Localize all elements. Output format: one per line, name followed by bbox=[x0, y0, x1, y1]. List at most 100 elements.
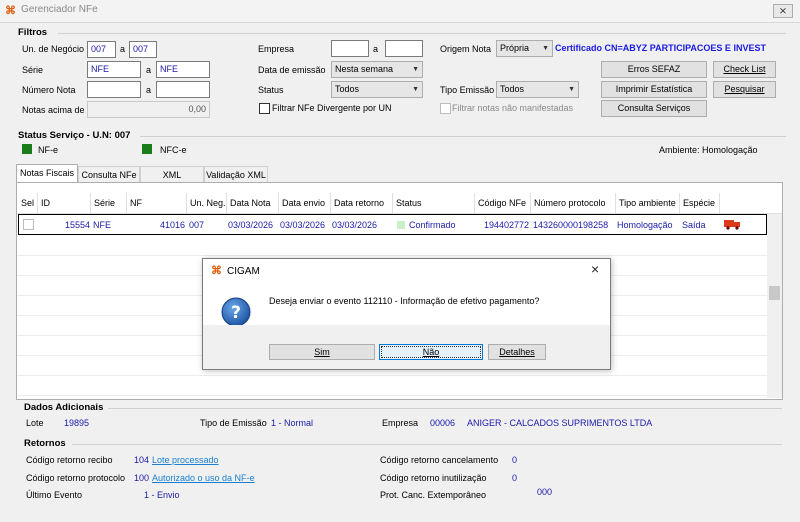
row-numero-protocolo: 143260000198258 bbox=[533, 220, 609, 230]
col-un-neg[interactable]: Un. Neg. bbox=[187, 193, 227, 213]
filtrar-nao-manifestadas-label: Filtrar notas não manifestadas bbox=[452, 103, 574, 113]
empresa-sep: a bbox=[373, 44, 379, 54]
data-emissao-value: Nesta semana bbox=[335, 64, 394, 74]
filtrar-divergente-checkbox[interactable] bbox=[259, 103, 270, 114]
un-negocio-label: Un. de Negócio bbox=[22, 44, 85, 54]
nao-button[interactable]: Não bbox=[379, 344, 483, 360]
col-tipo-ambiente[interactable]: Tipo ambiente bbox=[616, 193, 680, 213]
row-data-envio: 03/03/2026 bbox=[280, 220, 326, 230]
consulta-servicos-button[interactable]: Consulta Serviços bbox=[601, 100, 707, 117]
row-tipo-ambiente: Homologação bbox=[617, 220, 673, 230]
col-nf[interactable]: NF bbox=[127, 193, 187, 213]
app-icon: ⌘ bbox=[5, 5, 16, 17]
empresa-label: Empresa bbox=[258, 44, 295, 54]
dialog-title: CIGAM bbox=[227, 266, 260, 277]
col-sel[interactable]: Sel bbox=[18, 193, 38, 213]
nfe-status-label: NF-e bbox=[38, 145, 58, 155]
dialog-message: Deseja enviar o evento 112110 - Informaç… bbox=[269, 296, 540, 306]
serie-to-input[interactable]: NFE bbox=[156, 61, 210, 78]
col-data-nota[interactable]: Data Nota bbox=[227, 193, 279, 213]
tab-consulta-nfe[interactable]: Consulta NFe bbox=[78, 166, 140, 182]
prot-canc-value: 000 bbox=[537, 487, 553, 497]
pesquisar-button[interactable]: Pesquisar bbox=[713, 81, 776, 98]
col-serie[interactable]: Série bbox=[91, 193, 127, 213]
col-numero-protocolo[interactable]: Número protocolo bbox=[531, 193, 616, 213]
row-nf: 41016 bbox=[159, 220, 185, 230]
serie-from-input[interactable]: NFE bbox=[87, 61, 141, 78]
status-servico-divider bbox=[140, 136, 786, 137]
tab-xml[interactable]: XML bbox=[140, 166, 204, 182]
prot-canc-label: Prot. Canc. Extemporâneo bbox=[380, 490, 487, 500]
detalhes-button[interactable]: Detalhes bbox=[488, 344, 546, 360]
status-select[interactable]: Todos ▼ bbox=[331, 81, 423, 98]
numero-nota-sep: a bbox=[146, 85, 152, 95]
origem-nota-select[interactable]: Própria ▼ bbox=[496, 40, 553, 57]
ultimo-evento-label: Último Evento bbox=[26, 490, 83, 500]
empresa-to-input[interactable] bbox=[385, 40, 423, 57]
col-codigo-nfe[interactable]: Código NFe bbox=[475, 193, 531, 213]
row-un-neg: 007 bbox=[189, 220, 205, 230]
un-negocio-from-input[interactable]: 007 bbox=[87, 41, 116, 58]
serie-label: Série bbox=[22, 65, 44, 75]
numero-nota-from-input[interactable] bbox=[87, 81, 141, 98]
retornos-title: Retornos bbox=[24, 438, 66, 449]
close-button[interactable]: ⨯ bbox=[773, 4, 793, 18]
row-select-checkbox[interactable] bbox=[23, 219, 34, 230]
inutilizacao-label: Código retorno inutilização bbox=[380, 473, 487, 483]
empresa-from-input[interactable] bbox=[331, 40, 369, 57]
protocolo-label: Código retorno protocolo bbox=[26, 473, 126, 483]
cancelamento-label: Código retorno cancelamento bbox=[380, 455, 499, 465]
origem-nota-value: Própria bbox=[500, 43, 530, 53]
notas-acima-input[interactable]: 0,00 bbox=[87, 101, 210, 118]
dialog-close-icon[interactable]: × bbox=[591, 262, 599, 276]
grid-scrollbar[interactable] bbox=[767, 214, 782, 398]
filtrar-nao-manifestadas-checkbox[interactable] bbox=[440, 103, 451, 114]
tab-validacao-xml[interactable]: Validação XML bbox=[204, 166, 268, 182]
data-emissao-select[interactable]: Nesta semana ▼ bbox=[331, 61, 423, 78]
row-data-nota: 03/03/2026 bbox=[228, 220, 274, 230]
tipo-emissao-select[interactable]: Todos ▼ bbox=[496, 81, 579, 98]
numero-nota-to-input[interactable] bbox=[156, 81, 210, 98]
recibo-link[interactable]: Lote processado bbox=[152, 455, 219, 465]
inutilizacao-value: 0 bbox=[512, 473, 518, 483]
un-negocio-sep: a bbox=[120, 44, 126, 54]
nfce-status-label: NFC-e bbox=[160, 145, 187, 155]
numero-nota-label: Número Nota bbox=[22, 85, 76, 95]
col-status[interactable]: Status bbox=[393, 193, 475, 213]
dialog-app-icon: ⌘ bbox=[211, 265, 222, 277]
recibo-code: 104 bbox=[134, 455, 150, 465]
check-list-button[interactable]: Check List bbox=[713, 61, 776, 78]
serie-sep: a bbox=[146, 65, 152, 75]
erros-sefaz-button[interactable]: Erros SEFAZ bbox=[601, 61, 707, 78]
title-bar bbox=[0, 0, 800, 23]
empresa-code: 00006 bbox=[430, 418, 456, 428]
chevron-down-icon: ▼ bbox=[542, 45, 549, 52]
ultimo-evento-value: 1 - Envio bbox=[144, 490, 180, 500]
detalhes-button-label: Detalhes bbox=[499, 347, 535, 357]
confirmado-status-icon bbox=[397, 221, 405, 229]
sim-button[interactable]: Sim bbox=[269, 344, 375, 360]
chevron-down-icon: ▼ bbox=[412, 66, 419, 73]
filtros-title: Filtros bbox=[18, 27, 48, 38]
un-negocio-to-input[interactable]: 007 bbox=[129, 41, 157, 58]
window-title: Gerenciador NFe bbox=[21, 4, 98, 15]
lote-value: 19895 bbox=[64, 418, 90, 428]
col-especie[interactable]: Espécie bbox=[680, 193, 720, 213]
tab-notas-fiscais[interactable]: Notas Fiscais bbox=[16, 164, 78, 182]
col-id[interactable]: ID bbox=[38, 193, 91, 213]
empresa-name: ANIGER - CALCADOS SUPRIMENTOS LTDA bbox=[467, 418, 653, 428]
sim-button-label: Sim bbox=[314, 347, 330, 357]
retornos-divider bbox=[72, 444, 782, 445]
cancelamento-value: 0 bbox=[512, 455, 518, 465]
row-codigo-nfe: 194402772 bbox=[483, 220, 529, 230]
question-icon: ? bbox=[221, 297, 251, 327]
col-data-retorno[interactable]: Data retorno bbox=[331, 193, 393, 213]
chevron-down-icon: ▼ bbox=[568, 86, 575, 93]
col-data-envio[interactable]: Data envio bbox=[279, 193, 331, 213]
imprimir-estatistica-button[interactable]: Imprimir Estatística bbox=[601, 81, 707, 98]
protocolo-link[interactable]: Autorizado o uso da NF-e bbox=[152, 473, 255, 483]
lote-label: Lote bbox=[26, 418, 44, 428]
nao-button-label: Não bbox=[381, 346, 481, 358]
tipo-emissao-value: Todos bbox=[500, 84, 525, 94]
grid-scrollbar-thumb[interactable] bbox=[769, 286, 780, 300]
